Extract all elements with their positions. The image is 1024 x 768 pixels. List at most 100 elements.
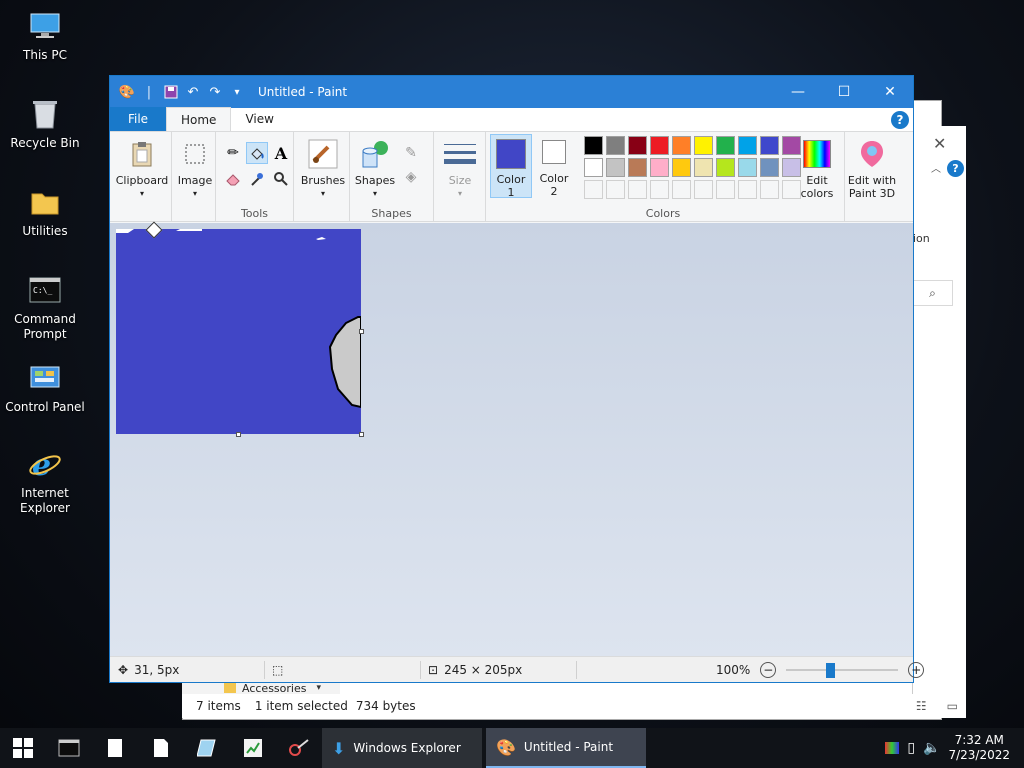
details-view-icon[interactable]: ☷ bbox=[916, 699, 927, 713]
canvas-area[interactable] bbox=[110, 221, 913, 657]
taskbar-app-windows-explorer[interactable]: ⬇ Windows Explorer bbox=[322, 728, 482, 768]
zoom-out-button[interactable]: − bbox=[760, 661, 777, 678]
display-icon[interactable] bbox=[885, 742, 900, 754]
usb-icon[interactable]: ▯ bbox=[907, 740, 915, 756]
tab-home[interactable]: Home bbox=[166, 107, 232, 131]
taskbar-cmd-icon[interactable] bbox=[46, 728, 92, 768]
palette-swatch[interactable] bbox=[672, 158, 691, 177]
start-button[interactable] bbox=[0, 728, 46, 768]
volume-muted-icon[interactable]: 🔈 bbox=[923, 740, 940, 756]
customize-qat-icon[interactable]: ▾ bbox=[228, 83, 246, 101]
color-picker-icon[interactable] bbox=[246, 168, 268, 190]
palette-swatch-empty[interactable] bbox=[650, 180, 669, 199]
palette-swatch[interactable] bbox=[716, 158, 735, 177]
ribbon: Clipboard ▾ Image ▾ ✏ A Tools Brushes ▾ … bbox=[110, 132, 913, 222]
palette-swatch[interactable] bbox=[738, 136, 757, 155]
taskbar-notepad-icon[interactable] bbox=[92, 728, 138, 768]
taskbar-document-icon[interactable] bbox=[138, 728, 184, 768]
brushes-button[interactable]: Brushes ▾ bbox=[298, 138, 348, 200]
palette-swatch-empty[interactable] bbox=[672, 180, 691, 199]
palette-swatch-empty[interactable] bbox=[694, 180, 713, 199]
fill-icon[interactable] bbox=[246, 142, 268, 164]
color2-button[interactable]: Color 2 bbox=[536, 138, 572, 198]
palette-swatch[interactable] bbox=[760, 158, 779, 177]
close-button[interactable]: ✕ bbox=[867, 76, 913, 108]
desktop-icon-control-panel[interactable]: Control Panel bbox=[0, 360, 90, 415]
taskbar-chart-icon[interactable] bbox=[230, 728, 276, 768]
minimize-button[interactable]: — bbox=[775, 76, 821, 108]
desktop-icon-utilities[interactable]: Utilities bbox=[0, 184, 90, 239]
palette-swatch[interactable] bbox=[606, 158, 625, 177]
undo-icon[interactable]: ↶ bbox=[184, 83, 202, 101]
palette-swatch[interactable] bbox=[628, 136, 647, 155]
resize-handle-right[interactable] bbox=[359, 329, 364, 334]
shapes-button[interactable]: Shapes ▾ bbox=[354, 138, 396, 200]
drawing-canvas[interactable] bbox=[116, 221, 361, 434]
taskbar-wordpad-icon[interactable] bbox=[184, 728, 230, 768]
taskbar-snipping-icon[interactable] bbox=[276, 728, 322, 768]
palette-swatch[interactable] bbox=[672, 136, 691, 155]
paint-app-icon[interactable]: 🎨 bbox=[118, 83, 136, 101]
status-bar: ✥ 31, 5px ⬚ ⊡ 245 × 205px 100% − + bbox=[110, 656, 925, 682]
edit-colors-icon bbox=[801, 138, 833, 170]
tools-group-label: Tools bbox=[240, 207, 269, 220]
tab-view[interactable]: View bbox=[231, 107, 287, 131]
palette-swatch[interactable] bbox=[760, 136, 779, 155]
desktop-icon-recycle-bin[interactable]: Recycle Bin bbox=[0, 96, 90, 151]
eraser-icon[interactable] bbox=[222, 168, 244, 190]
search-icon[interactable]: ⌕ bbox=[913, 280, 953, 306]
palette-swatch-empty[interactable] bbox=[760, 180, 779, 199]
pencil-icon[interactable]: ✏ bbox=[222, 142, 244, 164]
large-icons-view-icon[interactable]: ▭ bbox=[947, 699, 958, 713]
edit-with-paint3d-button[interactable]: Edit with Paint 3D bbox=[846, 138, 898, 200]
help-icon[interactable]: ? bbox=[947, 160, 964, 177]
fill-shape-icon[interactable]: ◈ bbox=[400, 166, 422, 188]
close-icon[interactable]: ✕ bbox=[933, 134, 946, 153]
chevron-down-icon[interactable]: ▾ bbox=[316, 683, 321, 693]
palette-swatch-empty[interactable] bbox=[738, 180, 757, 199]
clipboard-button[interactable]: Clipboard ▾ bbox=[114, 138, 170, 200]
desktop-icon-internet-explorer[interactable]: e Internet Explorer bbox=[0, 446, 90, 516]
magnifier-icon[interactable] bbox=[270, 168, 292, 190]
chevron-up-icon[interactable]: ︿ bbox=[931, 160, 941, 175]
palette-swatch[interactable] bbox=[650, 158, 669, 177]
save-icon[interactable] bbox=[162, 83, 180, 101]
tab-file[interactable]: File bbox=[110, 107, 166, 131]
computer-icon bbox=[27, 8, 63, 44]
palette-swatch[interactable] bbox=[584, 158, 603, 177]
palette-swatch-empty[interactable] bbox=[584, 180, 603, 199]
desktop-icon-this-pc[interactable]: This PC bbox=[0, 8, 90, 63]
resize-handle-corner[interactable] bbox=[359, 432, 364, 437]
palette-swatch[interactable] bbox=[694, 158, 713, 177]
palette-swatch-empty[interactable] bbox=[716, 180, 735, 199]
text-icon[interactable]: A bbox=[270, 142, 292, 164]
brushes-label: Brushes bbox=[300, 174, 346, 187]
palette-swatch-empty[interactable] bbox=[606, 180, 625, 199]
zoom-slider[interactable] bbox=[786, 662, 899, 678]
selection-icon: ⬚ bbox=[272, 662, 284, 677]
zoom-slider-thumb[interactable] bbox=[826, 662, 836, 678]
size-button[interactable]: Size ▾ bbox=[438, 138, 482, 200]
palette-swatch[interactable] bbox=[694, 136, 713, 155]
palette-swatch[interactable] bbox=[628, 158, 647, 177]
palette-swatch[interactable] bbox=[738, 158, 757, 177]
color1-button[interactable]: Color 1 bbox=[490, 134, 532, 199]
help-icon[interactable]: ? bbox=[891, 111, 909, 129]
palette-swatch[interactable] bbox=[716, 136, 735, 155]
resize-handle-bottom[interactable] bbox=[236, 432, 241, 437]
selection-size: ⬚ bbox=[272, 663, 283, 677]
palette-swatch[interactable] bbox=[650, 136, 669, 155]
image-button[interactable]: Image ▾ bbox=[176, 138, 214, 200]
palette-swatch[interactable] bbox=[584, 136, 603, 155]
clock[interactable]: 7:32 AM 7/23/2022 bbox=[948, 733, 1010, 763]
taskbar-app-paint[interactable]: 🎨 Untitled - Paint bbox=[486, 728, 646, 768]
edit-colors-button[interactable]: Edit colors bbox=[796, 138, 838, 200]
desktop-icon-command-prompt[interactable]: C:\_ Command Prompt bbox=[0, 272, 90, 342]
palette-swatch[interactable] bbox=[606, 136, 625, 155]
maximize-button[interactable]: ☐ bbox=[821, 76, 867, 108]
palette-swatch-empty[interactable] bbox=[628, 180, 647, 199]
explorer-nav-item[interactable]: Accessories ▾ bbox=[182, 681, 340, 695]
redo-icon[interactable]: ↷ bbox=[206, 83, 224, 101]
zoom-in-button[interactable]: + bbox=[908, 661, 925, 678]
outline-icon[interactable]: ✎ bbox=[400, 142, 422, 164]
